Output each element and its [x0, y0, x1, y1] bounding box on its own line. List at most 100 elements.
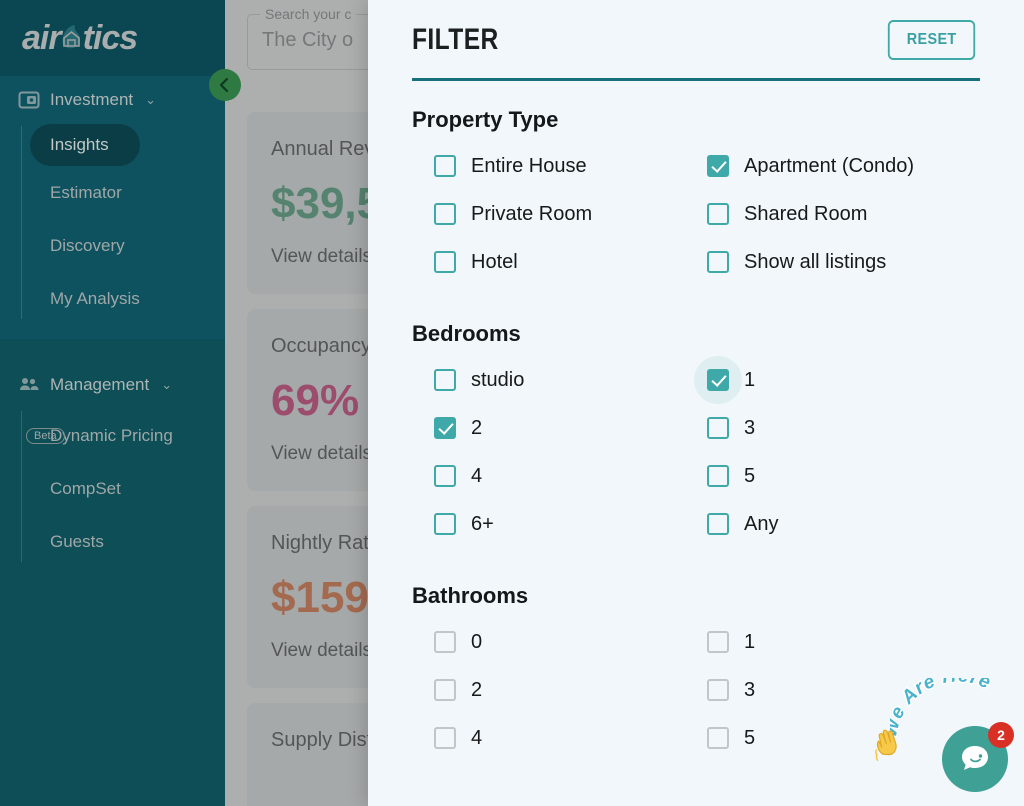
filter-header: FILTER RESET: [368, 0, 1024, 81]
checkbox-icon[interactable]: [707, 465, 729, 487]
nav-sublist-investment: Insights Estimator Discovery My Analysis: [0, 124, 225, 325]
sidebar: air tics Investment ⌄ Insights Estimator…: [0, 0, 225, 806]
checkbox-icon[interactable]: [707, 251, 729, 273]
section-title: Bathrooms: [412, 583, 529, 608]
logo-text-right: tics: [82, 18, 139, 57]
checkbox-icon[interactable]: [707, 727, 729, 749]
checkbox-option-bedrooms-any[interactable]: Any: [707, 507, 980, 541]
filter-body: Property Type Entire House Apartment (Co…: [368, 81, 1024, 755]
wallet-icon: [18, 89, 40, 111]
chat-widget: We Are Here 2: [866, 664, 1016, 798]
chat-bubble-smile-icon: [958, 741, 992, 778]
checkbox-option-bathrooms-0[interactable]: 0: [434, 625, 707, 659]
chevron-down-icon: ⌄: [145, 92, 157, 107]
nav-group-label: Management: [50, 375, 150, 394]
checkbox-label: Any: [744, 512, 779, 535]
filter-section-property-type: Property Type Entire House Apartment (Co…: [412, 107, 980, 279]
checkbox-icon[interactable]: [434, 631, 456, 653]
checkbox-option-entire-house[interactable]: Entire House: [434, 149, 707, 183]
checkbox-icon[interactable]: [434, 251, 456, 273]
checkbox-option-bedrooms-4[interactable]: 4: [434, 459, 707, 493]
checkbox-label: 3: [744, 416, 756, 439]
checkbox-icon[interactable]: [434, 679, 456, 701]
checkbox-option-bedrooms-2[interactable]: 2: [434, 411, 707, 445]
checkbox-label: Hotel: [471, 250, 518, 273]
checkbox-label: Private Room: [471, 202, 593, 225]
checkbox-icon[interactable]: [434, 417, 456, 439]
checkbox-label: 6+: [471, 512, 494, 535]
sidebar-item-compset[interactable]: CompSet: [22, 462, 225, 515]
nav-group-header-management[interactable]: Management ⌄: [0, 361, 225, 409]
sidebar-item-label: CompSet: [50, 478, 121, 498]
checkbox-option-show-all-listings[interactable]: Show all listings: [707, 245, 980, 279]
sidebar-item-label: Discovery: [50, 235, 125, 255]
checkbox-icon[interactable]: [707, 203, 729, 225]
checkbox-icon[interactable]: [707, 631, 729, 653]
checkbox-option-hotel[interactable]: Hotel: [434, 245, 707, 279]
checkbox-option-bedrooms-1[interactable]: 1: [694, 356, 980, 404]
checkbox-label: Show all listings: [744, 250, 887, 273]
sidebar-item-label: Dynamic Pricing: [50, 425, 173, 445]
reset-button[interactable]: RESET: [887, 20, 976, 60]
checkbox-label: 1: [744, 368, 756, 391]
checkbox-option-bedrooms-6plus[interactable]: 6+: [434, 507, 707, 541]
checkbox-option-bathrooms-2[interactable]: 2: [434, 673, 707, 707]
sidebar-item-discovery[interactable]: Discovery: [22, 219, 225, 272]
sidebar-item-dynamic-pricing[interactable]: Beta Dynamic Pricing: [22, 409, 225, 462]
beta-badge: Beta: [26, 427, 65, 444]
nav-group-investment: Investment ⌄ Insights Estimator Discover…: [0, 76, 225, 339]
chevron-down-icon: ⌄: [161, 377, 173, 392]
checkbox-icon[interactable]: [707, 417, 729, 439]
checkbox-icon[interactable]: [434, 369, 456, 391]
sidebar-item-estimator[interactable]: Estimator: [22, 166, 225, 219]
checkbox-label: 3: [744, 678, 756, 701]
nav-group-management: Management ⌄ Beta Dynamic Pricing CompSe…: [0, 361, 225, 568]
checkbox-label: 5: [744, 726, 756, 749]
checkbox-option-bathrooms-4[interactable]: 4: [434, 721, 707, 755]
option-grid: studio 1 2 3 4 5 6+ Any: [412, 356, 980, 541]
sidebar-item-label: My Analysis: [50, 288, 140, 308]
sidebar-item-my-analysis[interactable]: My Analysis: [22, 272, 225, 325]
checkbox-icon[interactable]: [434, 155, 456, 177]
checkbox-icon[interactable]: [707, 369, 729, 391]
filter-section-bedrooms: Bedrooms studio 1 2 3 4 5 6+ Any: [412, 321, 980, 541]
sidebar-item-guests[interactable]: Guests: [22, 515, 225, 568]
checkbox-label: 5: [744, 464, 756, 487]
checkbox-icon[interactable]: [434, 465, 456, 487]
nav-group-header-investment[interactable]: Investment ⌄: [0, 76, 225, 124]
checkbox-option-bathrooms-1[interactable]: 1: [707, 625, 980, 659]
checkbox-label: 2: [471, 416, 483, 439]
checkbox-option-bedrooms-studio[interactable]: studio: [434, 363, 707, 397]
section-title: Property Type: [412, 107, 559, 132]
checkbox-icon[interactable]: [707, 513, 729, 535]
checkbox-label: Apartment (Condo): [744, 154, 915, 177]
option-grid: Entire House Apartment (Condo) Private R…: [412, 149, 980, 279]
checkbox-label: 2: [471, 678, 483, 701]
checkbox-option-private-room[interactable]: Private Room: [434, 197, 707, 231]
checkbox-label: 1: [744, 630, 756, 653]
checkbox-label: 4: [471, 726, 483, 749]
chevron-left-icon: [217, 77, 233, 93]
checkbox-option-bedrooms-5[interactable]: 5: [707, 459, 980, 493]
checkbox-label: studio: [471, 368, 525, 391]
checkbox-icon[interactable]: [434, 727, 456, 749]
checkbox-icon[interactable]: [434, 513, 456, 535]
chat-unread-badge: 2: [988, 722, 1014, 748]
house-leaf-logo-icon: [59, 23, 85, 53]
sidebar-item-insights[interactable]: Insights: [30, 124, 140, 166]
filter-title: FILTER: [412, 23, 499, 56]
app-logo[interactable]: air tics: [0, 0, 225, 76]
app-root: Search your c The City o Annual Rev $39,…: [0, 0, 1024, 806]
checkbox-option-apartment-condo[interactable]: Apartment (Condo): [707, 149, 980, 183]
checkbox-label: Entire House: [471, 154, 587, 177]
checkbox-label: Shared Room: [744, 202, 868, 225]
logo-wordmark: air tics: [22, 18, 139, 58]
checkbox-icon[interactable]: [707, 679, 729, 701]
people-icon: [18, 374, 40, 396]
checkbox-icon[interactable]: [707, 155, 729, 177]
collapse-sidebar-button[interactable]: [209, 69, 241, 101]
checkbox-option-bedrooms-3[interactable]: 3: [707, 411, 980, 445]
checkbox-icon[interactable]: [434, 203, 456, 225]
sidebar-item-label: Guests: [50, 531, 104, 551]
checkbox-option-shared-room[interactable]: Shared Room: [707, 197, 980, 231]
